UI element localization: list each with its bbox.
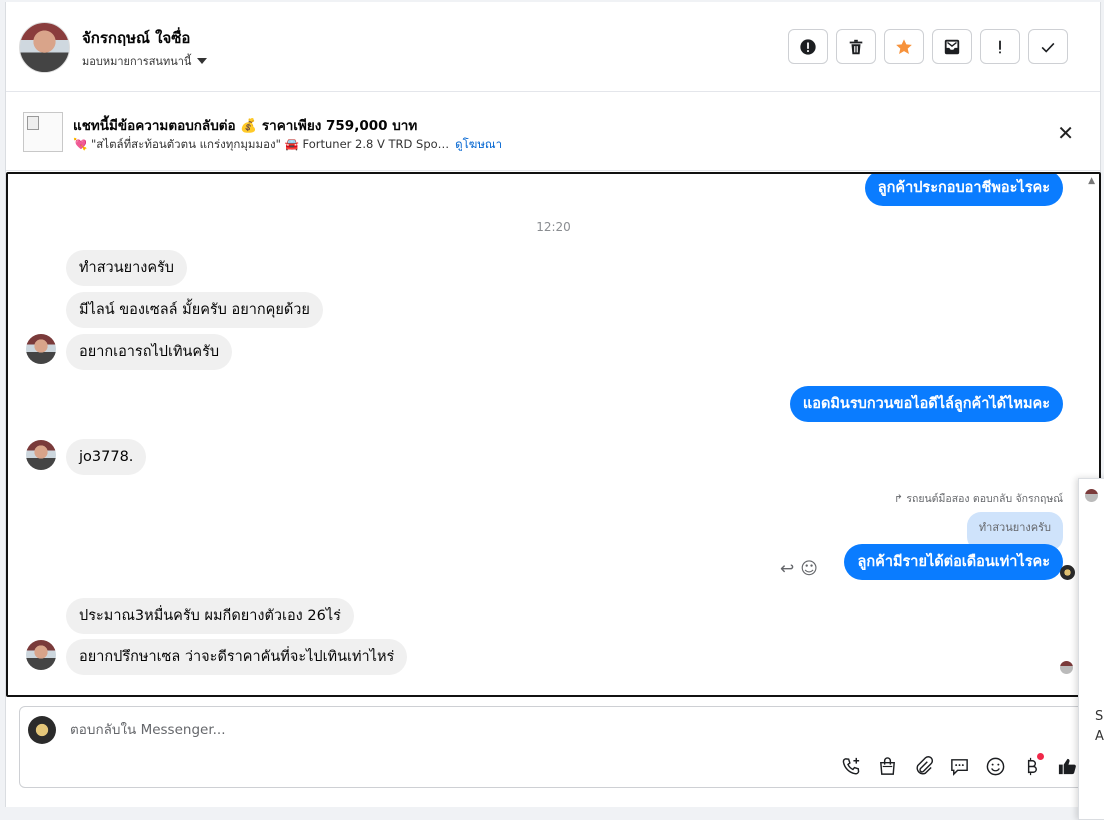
page-seen-avatar xyxy=(1060,565,1075,580)
chat-bubble-icon xyxy=(951,759,968,776)
message-timestamp: 12:20 xyxy=(536,220,571,234)
incoming-message[interactable]: ประมาณ3หมื่นครับ ผมกีดยางตัวเอง 26ไร่ xyxy=(66,598,354,634)
ad-subtitle: 💘 "สไตล์ที่สะท้อนตัวตน แกร่งทุกมุมมอง" 🚘… xyxy=(73,137,450,151)
paperclip-icon xyxy=(916,756,934,775)
phone-plus-icon xyxy=(842,757,860,775)
smiley-icon xyxy=(986,757,1005,776)
incoming-message[interactable]: มีไลน์ ของเซลล์ มั้ยครับ อยากคุยด้วย xyxy=(66,292,323,328)
incoming-message[interactable]: อยากปรึกษาเซล ว่าจะดีราคาคันที่จะไปเทินเ… xyxy=(66,639,408,675)
mark-unread-icon xyxy=(944,39,960,54)
contact-mini-avatar xyxy=(26,640,56,670)
incoming-message[interactable]: อยากเอารถไปเทินครับ xyxy=(66,334,233,370)
scroll-up-arrow-icon[interactable]: ▲ xyxy=(1088,176,1095,186)
composer-toolbar xyxy=(839,753,1080,779)
popup-text: A xyxy=(1095,729,1104,744)
caret-down-icon xyxy=(197,58,208,64)
outgoing-message[interactable]: ลูกค้ามีรายได้ต่อเดือนเท่าไรคะ xyxy=(844,544,1063,580)
star-icon xyxy=(896,38,912,54)
ad-title: แชทนี้มีข้อความตอบกลับต่อ 💰 ราคาเพียง 75… xyxy=(73,118,418,134)
react-smiley-icon[interactable]: ☺ xyxy=(800,559,818,579)
assign-label: มอบหมายการสนทนานี้ xyxy=(82,55,192,68)
contact-name[interactable]: จักรกฤษณ์ ใจซื่อ xyxy=(82,26,190,50)
incoming-message[interactable]: ทำสวนยางครับ xyxy=(66,250,188,286)
trash-icon xyxy=(849,39,863,54)
notification-dot xyxy=(1037,753,1044,760)
mark-done-button[interactable] xyxy=(1028,29,1068,64)
outgoing-message[interactable]: แอดมินรบกวนขอไอดีไล์ลูกค้าได้ไหมคะ xyxy=(789,386,1063,422)
emoji-button[interactable] xyxy=(983,754,1008,779)
contact-mini-avatar xyxy=(26,334,56,364)
thumbs-up-icon xyxy=(1058,758,1076,775)
seen-receipt-avatar xyxy=(1060,661,1073,674)
page-avatar xyxy=(28,716,56,744)
reply-context-label: ↱ รถยนต์มือสอง ตอบกลับ จักรกฤษณ์ xyxy=(894,490,1063,507)
reply-arrow-icon: ↱ xyxy=(894,493,903,505)
shopping-bag-icon xyxy=(880,757,895,775)
contact-avatar[interactable] xyxy=(19,22,70,73)
contact-mini-avatar xyxy=(26,440,56,470)
popup-avatar xyxy=(1085,489,1098,502)
mark-unread-button[interactable] xyxy=(932,29,972,64)
star-button[interactable] xyxy=(884,29,924,64)
call-button[interactable] xyxy=(839,754,864,779)
ad-subtitle-row: 💘 "สไตล์ที่สะท้อนตัวตน แกร่งทุกมุมมอง" 🚘… xyxy=(73,136,502,154)
payment-button[interactable] xyxy=(1019,753,1044,779)
ad-reference-bar: แชทนี้มีข้อความตอบกลับต่อ 💰 ราคาเพียง 75… xyxy=(6,92,1100,171)
spam-alert-button[interactable] xyxy=(788,29,828,64)
saved-replies-button[interactable] xyxy=(947,754,972,779)
reply-context-text: รถยนต์มือสอง ตอบกลับ จักรกฤษณ์ xyxy=(906,493,1063,505)
message-input[interactable] xyxy=(68,721,1052,739)
attach-button[interactable] xyxy=(911,754,936,779)
checkmark-icon xyxy=(1041,42,1055,53)
incoming-message[interactable]: jo3778. xyxy=(66,439,147,475)
action-toolbar xyxy=(788,29,1068,64)
popup-text: So xyxy=(1095,709,1104,724)
conversation-header: จักรกฤษณ์ ใจซื่อ มอบหมายการสนทนานี้ xyxy=(6,2,1100,92)
follow-up-button[interactable] xyxy=(980,29,1020,64)
message-actions: ↩ ☺ xyxy=(780,559,818,579)
exclamation-icon xyxy=(999,40,1001,53)
spam-alert-icon xyxy=(800,38,816,55)
reply-icon[interactable]: ↩ xyxy=(780,559,794,579)
side-popup-fragment: So A xyxy=(1078,478,1104,820)
outgoing-message[interactable]: ลูกค้าประกอบอาชีพอะไรคะ xyxy=(864,174,1063,206)
ad-thumbnail[interactable] xyxy=(23,112,63,152)
assign-conversation-dropdown[interactable]: มอบหมายการสนทนานี้ xyxy=(82,52,208,70)
shop-button[interactable] xyxy=(875,754,900,779)
close-icon[interactable]: ✕ xyxy=(1057,121,1074,145)
conversation-panel: จักรกฤษณ์ ใจซื่อ มอบหมายการสนทนานี้ แชทน… xyxy=(5,2,1101,807)
view-ad-link[interactable]: ดูโฆษณา xyxy=(455,136,502,154)
reply-composer xyxy=(19,706,1087,788)
like-button[interactable] xyxy=(1055,754,1080,779)
delete-button[interactable] xyxy=(836,29,876,64)
message-thread[interactable]: ▲ ลูกค้าประกอบอาชีพอะไรคะ 12:20 ทำสวนยาง… xyxy=(6,172,1101,697)
